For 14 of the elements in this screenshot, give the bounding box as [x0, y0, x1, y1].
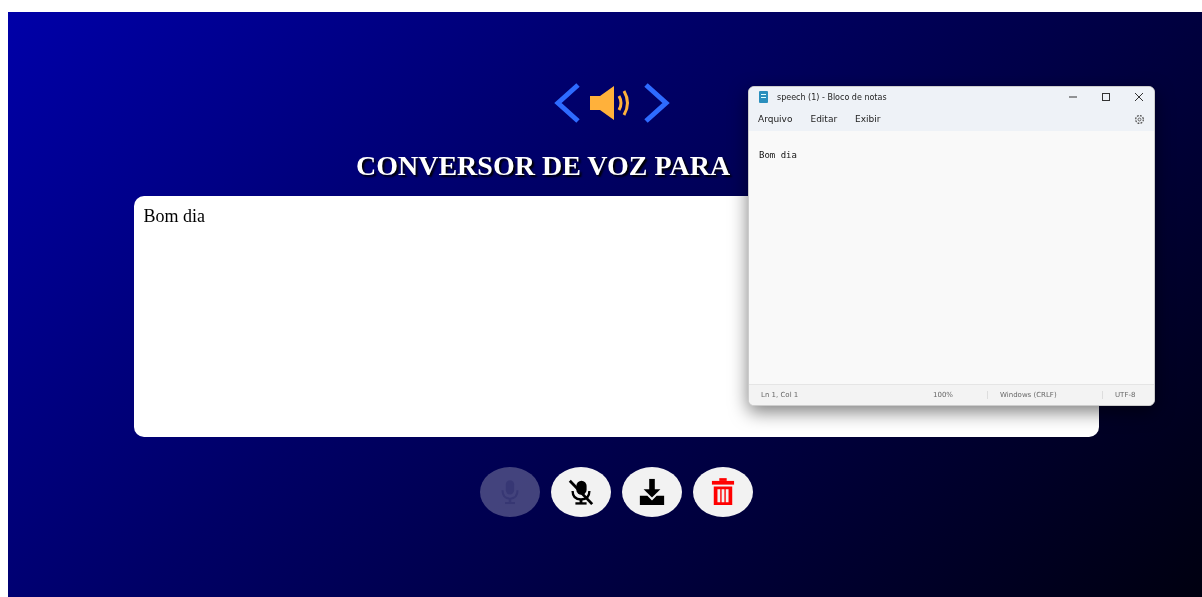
close-icon[interactable] — [1134, 92, 1144, 102]
menu-item[interactable]: Arquivo — [758, 114, 793, 124]
app-title: CONVERSOR DE VOZ PARA — [356, 150, 731, 182]
window-title: speech (1) - Bloco de notas — [777, 92, 888, 102]
microphone-off-icon — [566, 478, 595, 506]
document-text: Bom dia — [759, 150, 797, 160]
menu-item[interactable]: Exibir — [855, 114, 881, 124]
notepad-icon — [759, 91, 768, 103]
download-icon — [637, 478, 666, 506]
trash-icon — [710, 478, 735, 506]
speaker-logo-icon — [554, 82, 670, 124]
maximize-icon[interactable] — [1101, 92, 1111, 102]
menu-item[interactable]: Editar — [810, 114, 838, 124]
settings-icon[interactable] — [1134, 113, 1145, 125]
